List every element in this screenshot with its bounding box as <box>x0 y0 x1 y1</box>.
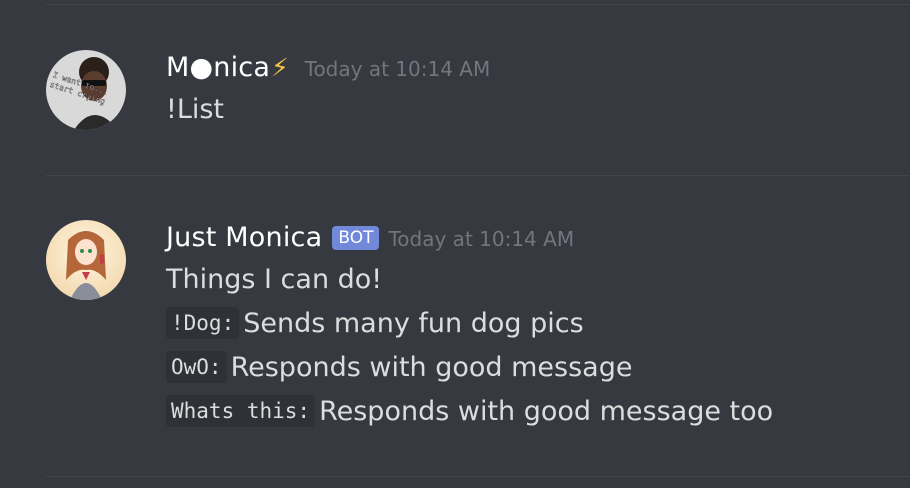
command-line: OwO: Responds with good message <box>166 351 633 383</box>
command-line: Whats this: Responds with good message to… <box>166 395 774 427</box>
message-header: M●nica ⚡ Today at 10:14 AM <box>166 52 490 83</box>
command-code: OwO: <box>166 351 227 383</box>
timestamp[interactable]: Today at 10:14 AM <box>388 227 574 251</box>
timestamp[interactable]: Today at 10:14 AM <box>305 57 491 81</box>
avatar-anime-girl-image <box>46 220 126 300</box>
command-description: Responds with good message <box>230 352 633 383</box>
top-divider <box>46 4 910 5</box>
avatar[interactable] <box>46 220 126 300</box>
avatar[interactable]: I want to... start crying <box>46 50 126 130</box>
command-description: Sends many fun dog pics <box>243 308 584 339</box>
avatar-meme-image: I want to... start crying <box>46 50 126 130</box>
message-header: Just Monica BOT Today at 10:14 AM <box>166 222 574 253</box>
username[interactable]: M●nica <box>166 52 270 83</box>
message-intro: Things I can do! <box>166 264 383 295</box>
command-code: !Dog: <box>166 307 240 339</box>
message-divider <box>46 175 910 176</box>
command-description: Responds with good message too <box>319 396 774 427</box>
command-code: Whats this: <box>166 395 316 427</box>
username[interactable]: Just Monica <box>166 222 322 253</box>
message-content: !List <box>166 94 225 125</box>
lightning-icon: ⚡ <box>271 53 289 82</box>
bot-badge: BOT <box>332 226 380 250</box>
command-line: !Dog: Sends many fun dog pics <box>166 307 584 339</box>
bottom-divider <box>46 476 910 477</box>
